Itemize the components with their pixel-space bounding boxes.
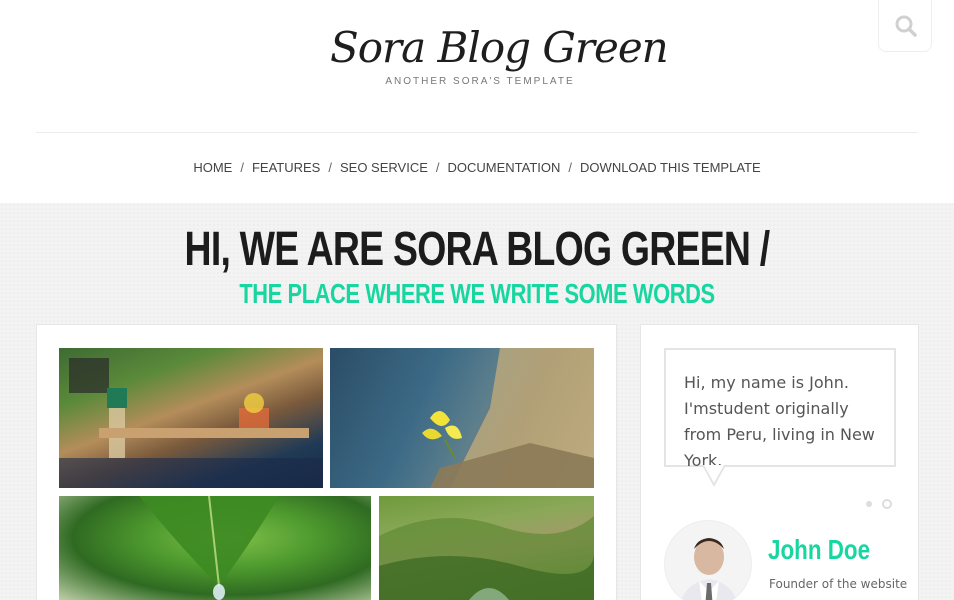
nav-item-seo-service[interactable]: SEO SERVICE (340, 160, 428, 175)
bubble-tail-inner (704, 465, 724, 483)
nav-separator: / (568, 160, 573, 175)
search-icon (895, 15, 917, 37)
author-bio: Hi, my name is John. I'mstudent original… (684, 373, 875, 470)
author-name: John Doe (768, 534, 871, 565)
nav-item-documentation[interactable]: DOCUMENTATION (448, 160, 561, 175)
main-nav: HOME / FEATURES / SEO SERVICE / DOCUMENTATION /… (0, 133, 954, 203)
nav-item-features[interactable]: FEATURES (252, 160, 320, 175)
hero-title: HI, WE ARE SORA BLOG GREEN / (184, 223, 771, 276)
featured-post-image-cafe[interactable] (59, 348, 323, 488)
logo-title: Sora Blog Green (330, 23, 669, 72)
nav-separator: / (328, 160, 332, 175)
hero-subtitle: THE PLACE WHERE WE WRITE SOME WORDS (239, 278, 715, 309)
site-logo[interactable]: Sora Blog Green ANOTHER SORA'S TEMPLATE (330, 22, 669, 102)
slider-dot-2-active[interactable] (882, 499, 892, 509)
slider-dot-1[interactable] (866, 501, 872, 507)
featured-post-image-valley[interactable] (379, 496, 594, 600)
featured-post-image-leaf[interactable] (59, 496, 371, 600)
nav-separator: / (435, 160, 440, 175)
nav-item-download[interactable]: DOWNLOAD THIS TEMPLATE (580, 160, 761, 175)
author-quote-bubble: Hi, my name is John. I'mstudent original… (664, 348, 896, 470)
nav-item-home[interactable]: HOME (193, 160, 232, 175)
author-role: Founder of the website (769, 577, 908, 591)
featured-post-image-flower[interactable] (330, 348, 594, 488)
site-header: Sora Blog Green ANOTHER SORA'S TEMPLATE (0, 0, 954, 133)
avatar (664, 520, 752, 600)
nav-separator: / (240, 160, 244, 175)
search-button[interactable] (878, 0, 932, 52)
logo-tagline: ANOTHER SORA'S TEMPLATE (385, 76, 575, 87)
